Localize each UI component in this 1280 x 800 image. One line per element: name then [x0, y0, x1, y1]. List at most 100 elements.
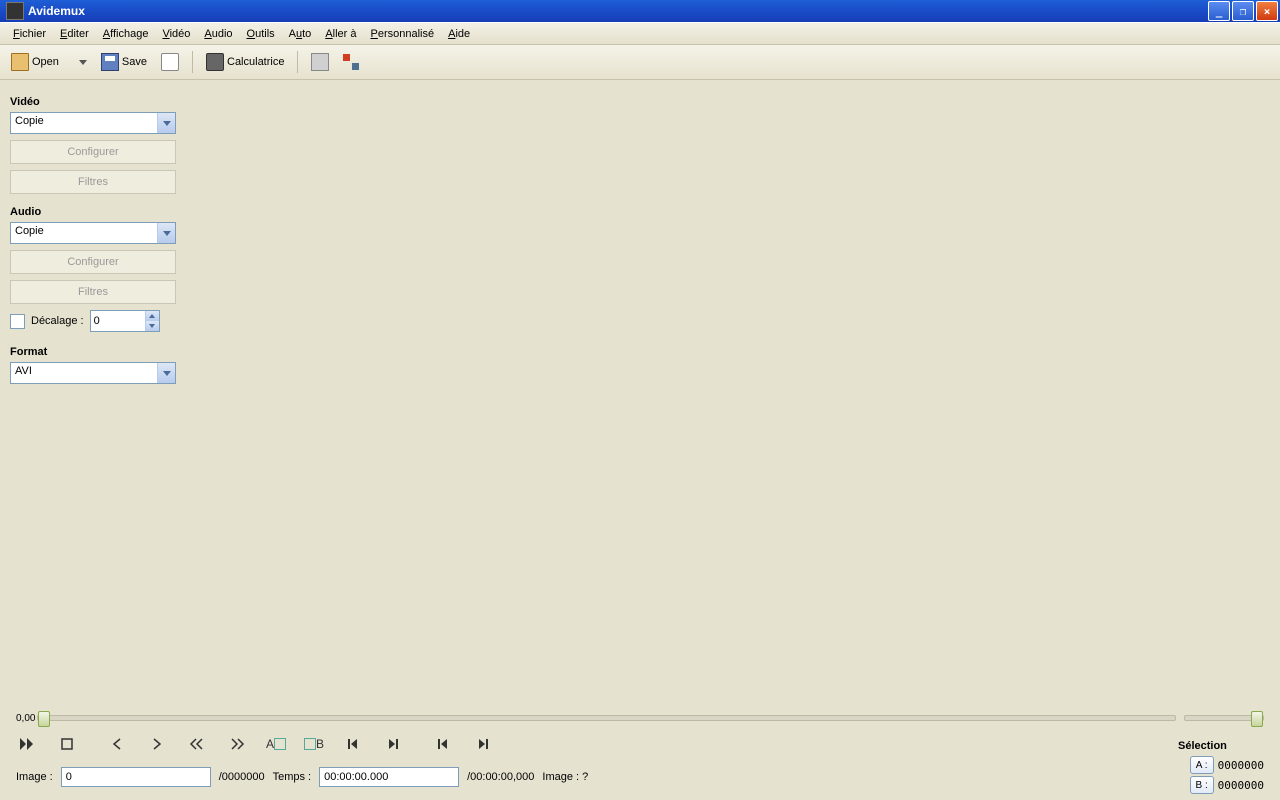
toolbar-extra1[interactable] [306, 49, 334, 75]
menu-personnalise[interactable]: Personnalisé [364, 26, 442, 42]
left-panel: Vidéo Copie Configurer Filtres Audio Cop… [10, 92, 190, 390]
toolbar-separator [192, 51, 193, 73]
goto-start-button[interactable] [342, 733, 364, 755]
spin-up-icon[interactable] [145, 311, 159, 321]
menu-audio[interactable]: Audio [197, 26, 239, 42]
play-icon [19, 737, 35, 751]
chevron-down-icon[interactable] [157, 113, 175, 133]
chevron-down-icon [79, 60, 87, 65]
open-dropdown[interactable] [68, 56, 92, 69]
stop-button[interactable] [56, 733, 78, 755]
selection-a-button[interactable]: A : [1190, 756, 1214, 774]
menu-editer[interactable]: Editer [53, 26, 96, 42]
toolbar: Open Save Calculatrice [0, 45, 1280, 80]
chevron-down-icon[interactable] [157, 223, 175, 243]
format-section-label: Format [10, 346, 190, 358]
next-icon [152, 738, 162, 750]
info-button[interactable] [156, 49, 184, 75]
close-button[interactable]: × [1256, 1, 1278, 21]
menu-aide[interactable]: Aide [441, 26, 477, 42]
next-frame-button[interactable] [146, 733, 168, 755]
goto-start-icon [347, 738, 359, 750]
minimize-button[interactable]: _ [1208, 1, 1230, 21]
status-time-input[interactable] [319, 767, 459, 787]
menubar: Fichier Editer Affichage Vidéo Audio Out… [0, 22, 1280, 45]
video-section-label: Vidéo [10, 96, 190, 108]
selection-title: Sélection [1178, 740, 1264, 752]
slider-position-label: 0,00 [16, 713, 35, 724]
squares-icon [343, 54, 359, 70]
app-icon [6, 2, 24, 20]
goto-b-icon [477, 738, 489, 750]
forward-button[interactable] [226, 733, 248, 755]
goto-mark-a-button[interactable] [432, 733, 454, 755]
play-button[interactable] [16, 733, 38, 755]
decalage-label: Décalage : [31, 315, 84, 327]
status-image-total: /0000000 [219, 771, 265, 783]
menu-allera[interactable]: Aller à [318, 26, 363, 42]
audio-codec-value: Copie [11, 223, 157, 243]
video-codec-combo[interactable]: Copie [10, 112, 176, 134]
info-icon [161, 53, 179, 71]
decalage-checkbox[interactable] [10, 314, 25, 329]
mark-a-button[interactable]: A [266, 733, 286, 755]
decalage-input[interactable] [91, 311, 145, 331]
maximize-button[interactable]: ❐ [1232, 1, 1254, 21]
calculator-button[interactable]: Calculatrice [201, 49, 289, 75]
status-image-input[interactable] [61, 767, 211, 787]
goto-mark-b-button[interactable] [472, 733, 494, 755]
video-codec-value: Copie [11, 113, 157, 133]
rewind-button[interactable] [186, 733, 208, 755]
menu-auto[interactable]: Auto [282, 26, 319, 42]
audio-codec-combo[interactable]: Copie [10, 222, 176, 244]
selection-b-value: 0000000 [1218, 779, 1264, 792]
video-configure-button[interactable]: Configurer [10, 140, 176, 164]
goto-a-icon [437, 738, 449, 750]
timeline-thumb[interactable] [38, 711, 50, 727]
status-row: Image : /0000000 Temps : /00:00:00,000 I… [16, 766, 1160, 788]
menu-outils[interactable]: Outils [240, 26, 282, 42]
save-button[interactable]: Save [96, 49, 152, 75]
secondary-thumb[interactable] [1251, 711, 1263, 727]
calculator-label: Calculatrice [227, 56, 284, 68]
save-label: Save [122, 56, 147, 68]
titlebar: Avidemux _ ❐ × [0, 0, 1280, 22]
audio-section-label: Audio [10, 206, 190, 218]
open-button[interactable]: Open [6, 49, 64, 75]
status-time-label: Temps : [273, 771, 312, 783]
status-time-total: /00:00:00,000 [467, 771, 534, 783]
toolbar-separator [297, 51, 298, 73]
secondary-track[interactable] [1184, 715, 1264, 721]
mark-b-button[interactable]: B [304, 733, 324, 755]
selection-b-button[interactable]: B : [1190, 776, 1214, 794]
decalage-spinner[interactable] [90, 310, 160, 332]
calculator-icon [206, 53, 224, 71]
timeline-slider-row: 0,00 [16, 710, 1264, 726]
stop-icon [61, 738, 73, 750]
status-image-q: Image : ? [542, 771, 588, 783]
prev-frame-button[interactable] [106, 733, 128, 755]
prev-icon [112, 738, 122, 750]
menu-video[interactable]: Vidéo [155, 26, 197, 42]
menu-fichier[interactable]: Fichier [6, 26, 53, 42]
format-combo[interactable]: AVI [10, 362, 176, 384]
rewind-icon [190, 738, 204, 750]
timeline-track[interactable] [37, 715, 1176, 721]
video-filters-button[interactable]: Filtres [10, 170, 176, 194]
goto-end-icon [387, 738, 399, 750]
window-title: Avidemux [28, 4, 1208, 18]
selection-block: Sélection A : 0000000 B : 0000000 [1178, 740, 1264, 796]
spin-down-icon[interactable] [145, 321, 159, 331]
toolbar-extra2[interactable] [338, 50, 364, 74]
menu-affichage[interactable]: Affichage [96, 26, 156, 42]
folder-open-icon [11, 53, 29, 71]
audio-filters-button[interactable]: Filtres [10, 280, 176, 304]
status-image-label: Image : [16, 771, 53, 783]
format-value: AVI [11, 363, 157, 383]
forward-icon [230, 738, 244, 750]
workspace: Vidéo Copie Configurer Filtres Audio Cop… [0, 80, 1280, 711]
open-label: Open [32, 56, 59, 68]
goto-end-button[interactable] [382, 733, 404, 755]
chevron-down-icon[interactable] [157, 363, 175, 383]
audio-configure-button[interactable]: Configurer [10, 250, 176, 274]
